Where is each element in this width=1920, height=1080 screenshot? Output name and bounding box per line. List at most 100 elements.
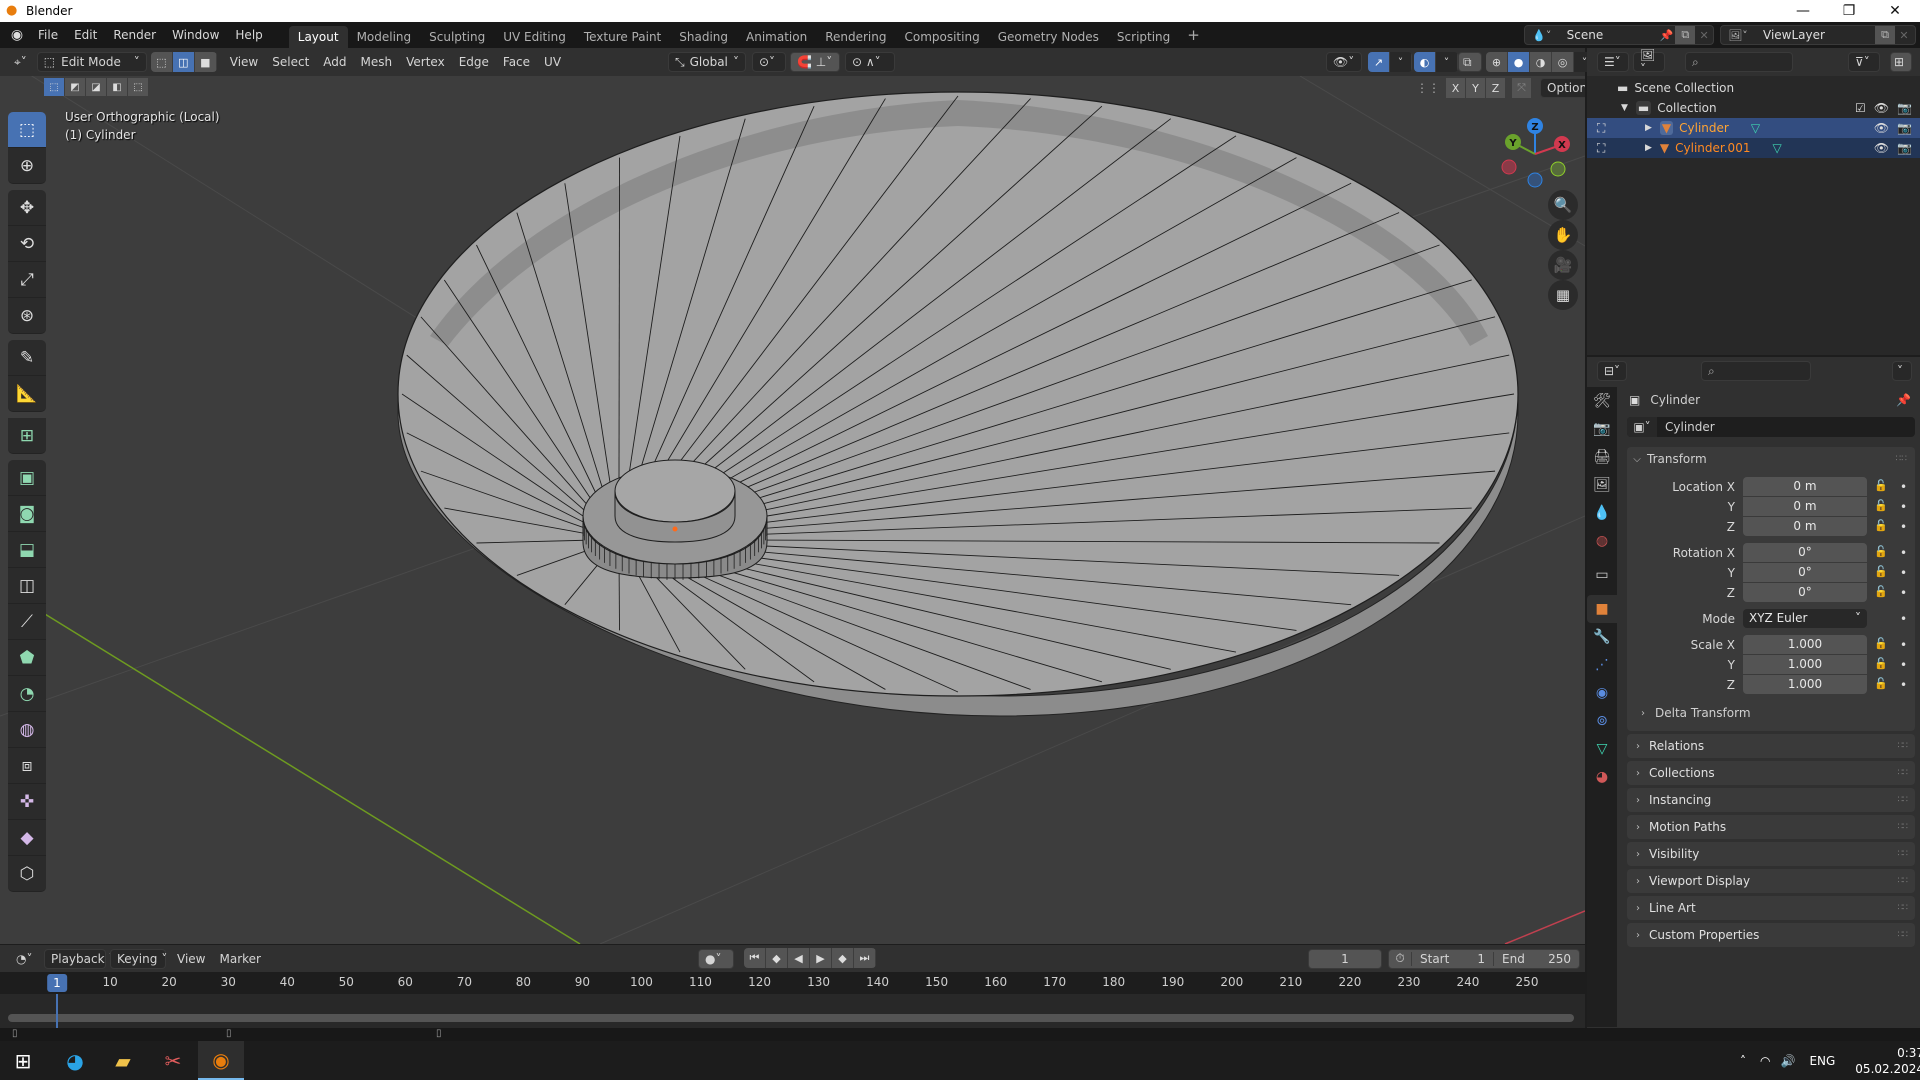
select-subtract-button[interactable]: ◪ — [86, 78, 106, 96]
keyframe-dot[interactable]: • — [1900, 655, 1907, 675]
options-dropdown[interactable]: Options ˅ — [1540, 78, 1585, 98]
drag-handle-icon[interactable]: ∷∷ — [1898, 930, 1909, 940]
transform-panel-header[interactable]: ⌵ Transform ∷∷ — [1627, 447, 1915, 471]
rotation-z-field[interactable]: 0° — [1743, 583, 1867, 602]
outliner-search-input[interactable]: ⌕ — [1685, 52, 1793, 72]
pin-icon[interactable]: 📌 — [1896, 393, 1911, 407]
properties-options-dropdown[interactable]: ˅ — [1892, 361, 1912, 381]
ortho-toggle-button[interactable]: ▦ — [1548, 280, 1578, 310]
expand-arrow-icon[interactable]: ▼ — [1621, 103, 1628, 113]
panel-instancing[interactable]: › Instancing ∷∷ — [1627, 788, 1915, 812]
keyframe-dot[interactable]: • — [1900, 635, 1907, 655]
mirror-z-toggle[interactable]: Z — [1486, 78, 1505, 98]
mirror-y-toggle[interactable]: Y — [1466, 78, 1485, 98]
scene-selector[interactable]: 💧˅ Scene 📌 ⧉ ✕ — [1524, 25, 1714, 45]
tab-scripting[interactable]: Scripting — [1108, 26, 1179, 48]
object-name-value[interactable]: Cylinder — [1665, 420, 1715, 434]
tab-scene[interactable]: 💧 — [1587, 499, 1617, 527]
delta-transform-subpanel[interactable]: › Delta Transform — [1627, 701, 1915, 725]
tab-modifiers[interactable]: 🔧 — [1587, 623, 1617, 651]
outliner-collection[interactable]: ▼ ▬ Collection ☑ 👁 📷 — [1587, 98, 1920, 118]
keyframe-dot[interactable]: • — [1900, 543, 1907, 563]
drag-handle-icon[interactable]: ∷∷ — [1898, 768, 1909, 778]
transform-orientation-dropdown[interactable]: ⤡ Global ˅ — [668, 52, 746, 72]
panel-motion-paths[interactable]: › Motion Paths ∷∷ — [1627, 815, 1915, 839]
tool-bevel[interactable]: ⬓ — [8, 532, 46, 568]
wireframe-shading-button[interactable]: ⊕ — [1486, 52, 1508, 72]
keyframe-dot[interactable]: • — [1900, 517, 1907, 537]
restore-button[interactable]: ❐ — [1826, 0, 1872, 22]
mirror-x-toggle[interactable]: X — [1446, 78, 1465, 98]
tab-collection[interactable]: ▭ — [1587, 561, 1617, 589]
display-mode-dropdown[interactable]: ☰˅ — [1597, 52, 1629, 72]
taskbar-snipping-tool[interactable]: ✂ — [150, 1041, 196, 1080]
menu-file[interactable]: File — [30, 22, 66, 48]
lock-icon[interactable]: 🔓 — [1874, 519, 1888, 532]
location-z-field[interactable]: 0 m — [1743, 517, 1867, 536]
pan-view-button[interactable]: ✋ — [1548, 220, 1578, 250]
playback-dropdown[interactable]: Playback˅ — [44, 948, 115, 969]
taskbar-blender[interactable]: ◉ — [198, 1041, 244, 1080]
tab-modeling[interactable]: Modeling — [348, 26, 421, 48]
tool-shrink-fatten[interactable]: ✜ — [8, 784, 46, 820]
tab-sculpting[interactable]: Sculpting — [420, 26, 494, 48]
tool-loop-cut[interactable]: ◫ — [8, 568, 46, 604]
tab-constraints[interactable]: ⊚ — [1587, 707, 1617, 735]
tool-smooth[interactable]: ◍ — [8, 712, 46, 748]
wifi-icon[interactable]: ◠ — [1760, 1054, 1770, 1068]
view-layer-selector[interactable]: 🖼˅ ViewLayer ⧉ ✕ — [1720, 25, 1916, 45]
tab-world[interactable]: ◍ — [1587, 527, 1617, 555]
editor-type-button[interactable]: ◔˅ — [10, 949, 40, 969]
auto-keying-toggle[interactable]: ●˅ — [698, 948, 734, 969]
taskbar-file-explorer[interactable]: ▰ — [100, 1041, 146, 1080]
solid-shading-button[interactable]: ● — [1508, 52, 1530, 72]
drag-handle-icon[interactable]: ∷∷ — [1898, 849, 1909, 859]
rotation-y-field[interactable]: 0° — [1743, 563, 1867, 582]
edit-mode-toggle-icon[interactable]: ⛶ — [1597, 141, 1619, 156]
blender-logo-menu[interactable]: ◉ — [4, 27, 30, 43]
material-shading-button[interactable]: ◑ — [1530, 52, 1552, 72]
tool-inset-faces[interactable]: ◙ — [8, 496, 46, 532]
render-camera-icon[interactable]: 📷 — [1897, 121, 1912, 135]
menu-edge[interactable]: Edge — [452, 55, 496, 69]
visibility-eye-icon[interactable]: 👁 — [1874, 141, 1889, 155]
tool-knife[interactable]: ⟋ — [8, 604, 46, 640]
view-layer-filter-dropdown[interactable]: 🖼˅ — [1633, 48, 1665, 76]
tool-transform[interactable]: ⊛ — [8, 298, 46, 334]
editor-type-button[interactable]: ⊟˅ — [1597, 361, 1627, 381]
visibility-eye-icon[interactable]: 👁 — [1874, 121, 1889, 135]
drag-handle-icon[interactable]: ∷∷ — [1898, 741, 1909, 751]
jump-start-button[interactable]: ⏮ — [744, 948, 766, 968]
navigation-gizmo[interactable]: Z Y X — [1495, 112, 1575, 192]
filter-dropdown[interactable]: ⊽˅ — [1848, 52, 1880, 72]
lock-icon[interactable]: 🔓 — [1874, 479, 1888, 492]
tab-output[interactable]: 🖨 — [1587, 443, 1617, 471]
clock[interactable]: 0:37 05.02.2024 — [1855, 1045, 1920, 1077]
snap-toggle[interactable]: 🧲 ⊥˅ — [790, 52, 840, 72]
play-button[interactable]: ▶ — [810, 948, 832, 968]
scene-name[interactable]: Scene — [1559, 28, 1658, 42]
zoom-view-button[interactable]: 🔍 — [1548, 190, 1578, 220]
view-layer-name[interactable]: ViewLayer — [1755, 28, 1875, 42]
render-camera-icon[interactable]: 📷 — [1897, 101, 1912, 115]
tool-rotate[interactable]: ⟲ — [8, 226, 46, 262]
select-invert-button[interactable]: ◧ — [107, 78, 127, 96]
delete-scene-icon[interactable]: ✕ — [1695, 29, 1713, 42]
object-type-dropdown[interactable]: ▣˅ — [1627, 417, 1657, 437]
menu-edit[interactable]: Edit — [66, 22, 105, 48]
location-y-field[interactable]: 0 m — [1743, 497, 1867, 516]
tab-data[interactable]: ▽ — [1587, 735, 1617, 763]
panel-relations[interactable]: › Relations ∷∷ — [1627, 734, 1915, 758]
playhead-frame[interactable]: 1 — [47, 974, 67, 992]
drag-handle-icon[interactable]: ∷∷ — [1898, 795, 1909, 805]
tool-cursor[interactable]: ⊕ — [8, 148, 46, 184]
camera-view-button[interactable]: 🎥 — [1548, 250, 1578, 280]
menu-uv[interactable]: UV — [537, 55, 568, 69]
tab-shading[interactable]: Shading — [670, 26, 737, 48]
tool-add-cube[interactable]: ⊞ — [8, 418, 46, 454]
outliner-item-cylinder-001[interactable]: ⛶ ▶ ▼ Cylinder.001 ▽ 👁 📷 — [1587, 138, 1920, 158]
tab-rendering[interactable]: Rendering — [816, 26, 895, 48]
editor-type-button[interactable]: ⌖˅ — [8, 52, 33, 72]
keyframe-dot[interactable]: • — [1900, 583, 1907, 603]
pin-icon[interactable]: 📌 — [1658, 29, 1676, 42]
